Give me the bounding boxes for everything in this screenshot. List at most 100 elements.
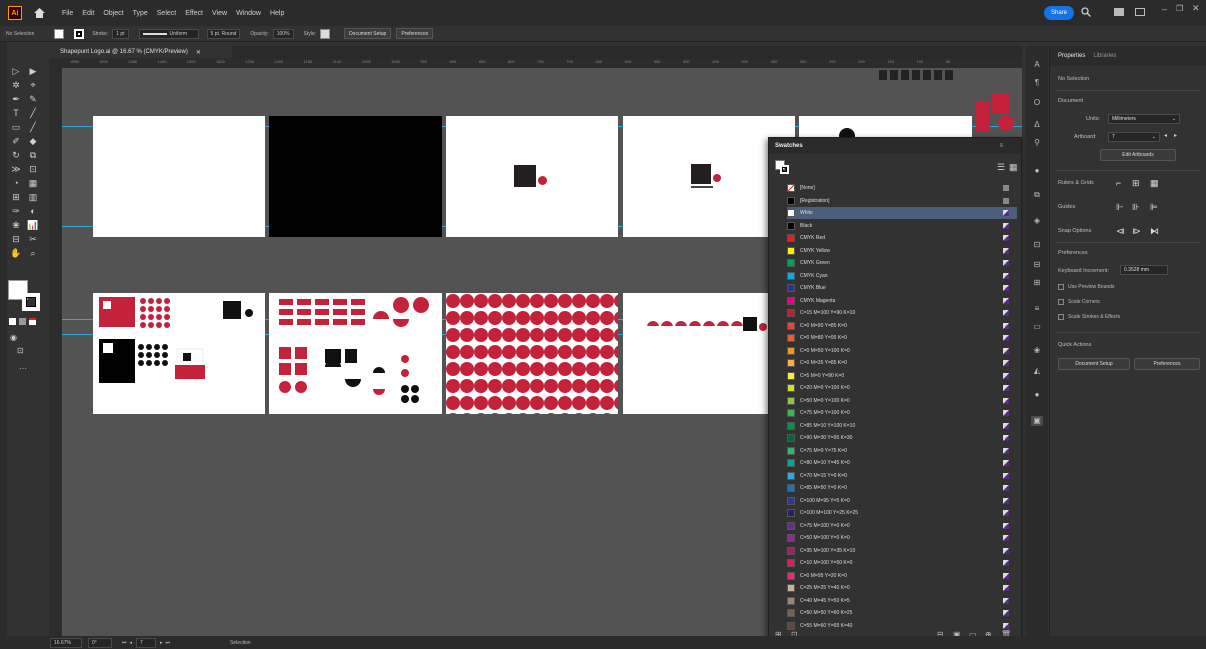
artboard-dropdown[interactable]: 7 ⌄ (1108, 132, 1160, 142)
swatch-row[interactable]: C=90 M=30 Y=95 K=30 (787, 432, 1017, 444)
tab-libraries[interactable]: Libraries (1093, 53, 1116, 59)
previous-artboard-icon[interactable]: ◂ (1164, 132, 1167, 139)
artboards-panel-icon[interactable]: ▣ (1031, 416, 1043, 426)
workspace-icon[interactable] (1135, 8, 1145, 16)
transparency-grid-icon[interactable]: ▦ (1150, 178, 1159, 189)
swatch-row[interactable]: CMYK Yellow (787, 245, 1017, 257)
swatch-row[interactable]: CMYK Cyan (787, 270, 1017, 282)
swatch-row[interactable]: C=100 M=95 Y=5 K=0 (787, 495, 1017, 507)
character-panel-icon[interactable]: A (1031, 60, 1043, 70)
artboard-blank[interactable] (93, 116, 265, 237)
snap-to-point-icon[interactable]: ⧏ (1116, 226, 1125, 237)
mesh-tool-icon[interactable]: ⊞ (10, 192, 22, 202)
menu-help[interactable]: Help (270, 10, 284, 17)
menu-effect[interactable]: Effect (185, 10, 203, 17)
units-dropdown[interactable]: Millimeters ⌄ (1108, 114, 1180, 124)
home-icon[interactable] (32, 6, 46, 20)
align-panel-icon[interactable]: ⊟ (1031, 260, 1043, 270)
next-icon[interactable]: ▸ (160, 640, 163, 646)
edit-toolbar-icon[interactable]: ··· (19, 364, 27, 373)
stroke-weight-field[interactable]: 1 pt (112, 28, 129, 39)
share-button[interactable]: Share (1044, 6, 1074, 20)
transform-panel-icon[interactable]: ⊡ (1031, 240, 1043, 250)
eyedropper-icon[interactable]: ✑ (10, 206, 22, 216)
swatch-row[interactable]: C=10 M=100 Y=50 K=0 (787, 557, 1017, 569)
swatch-row[interactable]: C=0 M=35 Y=85 K=0 (787, 357, 1017, 369)
gradient-mode-icon[interactable] (19, 318, 26, 325)
last-artboard-icon[interactable]: ⏭ (166, 640, 171, 646)
screen-mode-icon[interactable]: ⊡ (17, 346, 24, 355)
swatch-row[interactable]: C=80 M=10 Y=45 K=0 (787, 457, 1017, 469)
swatch-row[interactable]: CMYK Green (787, 257, 1017, 269)
rulers-icon[interactable]: ⌐ (1116, 178, 1121, 188)
draw-mode-icon[interactable]: ◉ (10, 333, 17, 342)
scale-tool-icon[interactable]: ⧉ (27, 150, 39, 160)
stroke-color-box[interactable] (22, 293, 40, 311)
menu-view[interactable]: View (212, 10, 227, 17)
lasso-icon[interactable]: ⌖ (27, 80, 39, 90)
color-mode-icon[interactable] (9, 318, 16, 325)
menu-file[interactable]: File (62, 10, 73, 17)
swatch-row[interactable]: C=50 M=50 Y=60 K=25 (787, 607, 1017, 619)
swatch-row[interactable]: C=100 M=100 Y=25 K=25 (787, 507, 1017, 519)
swatch-row[interactable]: C=35 M=100 Y=35 K=10 (787, 545, 1017, 557)
menu-object[interactable]: Object (103, 10, 123, 17)
tab-properties[interactable]: Properties (1058, 53, 1085, 59)
color-panel-icon[interactable]: ● (1031, 166, 1043, 176)
swatch-row[interactable]: C=50 M=0 Y=100 K=0 (787, 395, 1017, 407)
symbols-panel-icon[interactable]: ◭ (1031, 366, 1043, 376)
arrange-documents-icon[interactable] (1114, 8, 1124, 16)
artboard-number-field[interactable]: 7 (136, 637, 157, 648)
list-view-icon[interactable]: ☰ (997, 162, 1005, 173)
selection-tool-icon[interactable]: ▷ (10, 66, 22, 76)
swatch-row[interactable]: C=40 M=45 Y=50 K=5 (787, 595, 1017, 607)
menu-edit[interactable]: Edit (82, 10, 94, 17)
scale-corners-checkbox[interactable]: Scale Corners (1058, 299, 1100, 305)
gradient-tool-icon[interactable]: ▥ (27, 192, 39, 202)
line-tool-icon[interactable]: ╱ (27, 108, 39, 118)
illustrator-logo[interactable]: Ai (8, 6, 22, 20)
snap-to-pixel-icon[interactable]: ⧐ (1132, 226, 1141, 237)
swatch-row[interactable]: [None] (787, 182, 1017, 194)
swatch-row[interactable]: C=85 M=50 Y=0 K=0 (787, 482, 1017, 494)
search-icon[interactable] (1081, 7, 1091, 17)
eraser-icon[interactable]: ◆ (27, 136, 39, 146)
hand-tool-icon[interactable]: ✋ (10, 248, 22, 258)
swatch-row[interactable]: Black (787, 220, 1017, 232)
blend-tool-icon[interactable]: ◐ (27, 206, 39, 216)
swatches-panel-title[interactable]: Swatches ≡ (769, 138, 1021, 154)
swatch-row[interactable]: C=0 M=95 Y=20 K=0 (787, 570, 1017, 582)
graphic-style-swatch[interactable] (320, 28, 331, 39)
swatch-row[interactable]: C=70 M=15 Y=0 K=0 (787, 470, 1017, 482)
edit-artboards-button[interactable]: Edit Artboards (1100, 149, 1176, 161)
restore-icon[interactable]: ❐ (1176, 4, 1183, 13)
pathfinder-panel-icon[interactable]: ⊞ (1031, 278, 1043, 288)
links-panel-icon[interactable]: ⚲ (1031, 138, 1043, 148)
swatch-row[interactable]: [Registration] (787, 195, 1017, 207)
close-icon[interactable]: ✕ (1192, 3, 1200, 14)
direct-selection-tool-icon[interactable]: ▶ (27, 66, 39, 76)
swatch-row[interactable]: C=75 M=0 Y=100 K=0 (787, 407, 1017, 419)
grid-icon[interactable]: ⊞ (1132, 178, 1140, 189)
zoom-tool-icon[interactable]: ⌕ (27, 248, 39, 258)
artboard-black[interactable] (269, 116, 442, 237)
swatch-row[interactable]: C=50 M=100 Y=0 K=0 (787, 532, 1017, 544)
active-stroke-swatch[interactable] (780, 165, 789, 174)
paintbrush-icon[interactable]: ╱ (27, 122, 39, 132)
use-preview-bounds-checkbox[interactable]: Use Preview Bounds (1058, 284, 1114, 290)
rotate-tool-icon[interactable]: ↻ (10, 150, 22, 160)
free-transform-icon[interactable]: ⊡ (27, 164, 39, 174)
glyphs-panel-icon[interactable]: ᐃ (1031, 120, 1043, 130)
keyboard-increment-field[interactable]: 0.3528 mm (1120, 265, 1168, 275)
symbol-sprayer-icon[interactable]: ❀ (10, 220, 22, 230)
vertical-ruler[interactable] (49, 58, 62, 636)
none-mode-icon[interactable] (29, 318, 36, 325)
quick-document-setup-button[interactable]: Document Setup (1058, 358, 1130, 370)
scale-strokes-checkbox[interactable]: Scale Strokes & Effects (1058, 314, 1120, 320)
panel-menu-icon[interactable]: ≡ (999, 143, 1003, 149)
brushes-panel-icon[interactable]: ❀ (1031, 346, 1043, 356)
swatch-row[interactable]: CMYK Blue (787, 282, 1017, 294)
grid-view-icon[interactable]: ▦ (1009, 162, 1018, 173)
type-tool-icon[interactable]: T (10, 108, 22, 118)
artboard-tool-icon[interactable]: ⊟ (10, 234, 22, 244)
